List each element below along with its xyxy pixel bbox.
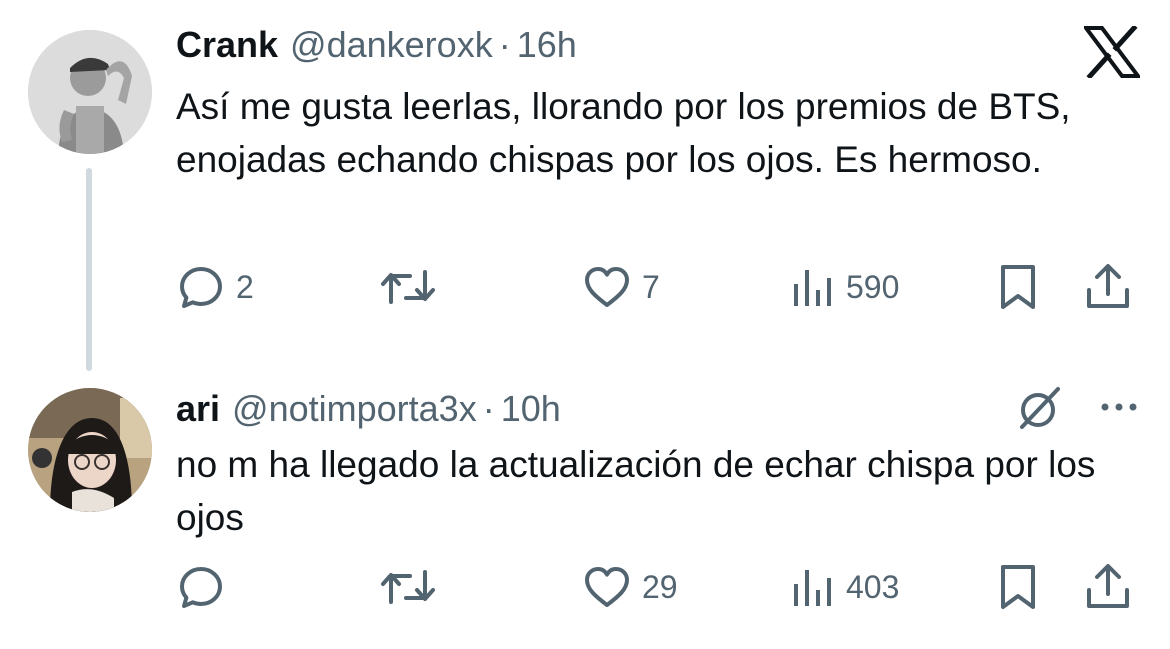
- avatar[interactable]: [28, 388, 152, 512]
- timestamp[interactable]: 10h: [501, 388, 561, 430]
- tweet-text: Así me gusta leerlas, llorando por los p…: [176, 86, 1071, 180]
- tweet-actions: 2 7 590: [0, 257, 1170, 317]
- retweet-icon: [378, 562, 438, 612]
- reply-icon: [176, 262, 226, 312]
- share-button[interactable]: [1080, 257, 1136, 317]
- retweet-button[interactable]: [378, 557, 448, 617]
- tweet[interactable]: Crank @dankeroxk · 16h Así me gusta leer…: [0, 0, 1170, 371]
- views-chart-icon: [790, 562, 836, 612]
- tweet-text: no m ha llegado la actualización de echa…: [176, 444, 1096, 538]
- heart-icon: [582, 262, 632, 312]
- bookmark-icon: [996, 262, 1040, 312]
- grok-icon[interactable]: [1014, 383, 1064, 433]
- display-name[interactable]: ari: [176, 388, 220, 430]
- timestamp[interactable]: 16h: [517, 24, 577, 66]
- views-button[interactable]: 590: [790, 257, 899, 317]
- heart-icon: [582, 562, 632, 612]
- avatar[interactable]: [28, 30, 152, 154]
- separator-dot: ·: [498, 24, 511, 65]
- user-handle[interactable]: @dankeroxk: [290, 24, 493, 66]
- bookmark-button[interactable]: [996, 557, 1040, 617]
- share-icon: [1080, 262, 1136, 312]
- tweet-actions: 29 403: [0, 557, 1170, 617]
- reply-icon: [176, 562, 226, 612]
- display-name[interactable]: Crank: [176, 24, 278, 66]
- bookmark-icon: [996, 562, 1040, 612]
- share-button[interactable]: [1080, 557, 1136, 617]
- tweet-header: ari @notimporta3x · 10h: [176, 388, 561, 432]
- like-count: 7: [642, 268, 660, 305]
- separator-dot: ·: [482, 388, 495, 429]
- reply-button[interactable]: [176, 557, 236, 617]
- view-count: 403: [846, 568, 900, 605]
- x-logo-icon: [1082, 24, 1142, 80]
- bookmark-button[interactable]: [996, 257, 1040, 317]
- view-count: 590: [846, 268, 900, 305]
- views-chart-icon: [790, 262, 836, 312]
- more-dots-icon[interactable]: [1098, 391, 1140, 423]
- views-button[interactable]: 403: [790, 557, 899, 617]
- tweet[interactable]: ari @notimporta3x · 10h no m ha llegado …: [0, 375, 1170, 649]
- reply-button[interactable]: 2: [176, 257, 254, 317]
- like-button[interactable]: 29: [582, 557, 678, 617]
- user-handle[interactable]: @notimporta3x: [232, 388, 477, 430]
- retweet-icon: [378, 262, 438, 312]
- like-button[interactable]: 7: [582, 257, 660, 317]
- retweet-button[interactable]: [378, 257, 448, 317]
- tweet-header: Crank @dankeroxk · 16h: [176, 24, 577, 68]
- like-count: 29: [642, 568, 678, 605]
- share-icon: [1080, 562, 1136, 612]
- reply-count: 2: [236, 268, 254, 305]
